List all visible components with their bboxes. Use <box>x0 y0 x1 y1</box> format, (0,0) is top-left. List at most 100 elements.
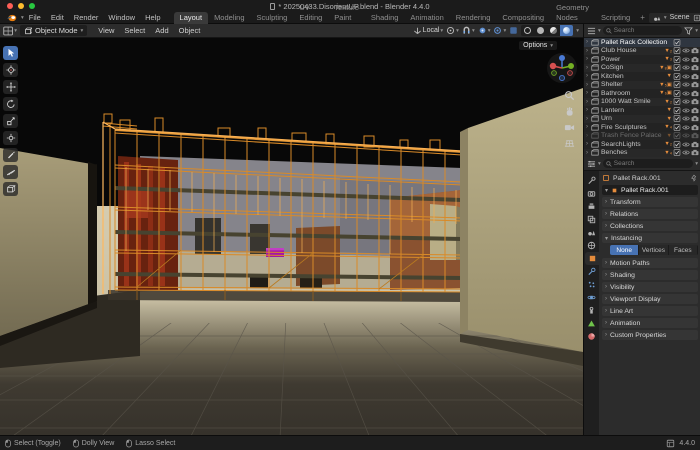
tab-physics[interactable] <box>584 291 599 304</box>
disable-render-camera-icon[interactable] <box>691 90 699 97</box>
viewport-menu-item[interactable]: Add <box>150 26 173 35</box>
menu-item[interactable]: Edit <box>46 12 69 23</box>
viewport-menu-item[interactable]: Object <box>174 26 206 35</box>
exclude-checkbox-icon[interactable] <box>673 47 681 54</box>
disable-render-camera-icon[interactable] <box>691 64 699 71</box>
transform-orientation-selector[interactable]: Local ▾ <box>413 26 444 35</box>
blender-logo-icon[interactable] <box>6 14 17 22</box>
tool-cursor[interactable] <box>3 63 18 77</box>
disable-render-camera-icon[interactable] <box>691 107 699 114</box>
snap-toggle[interactable]: ▾ <box>462 26 475 35</box>
gizmo-x-neg-axis[interactable] <box>568 71 573 76</box>
exclude-checkbox-icon[interactable] <box>673 64 681 71</box>
pin-icon[interactable] <box>690 174 698 182</box>
workspace-tab[interactable]: Layout <box>174 12 209 24</box>
workspace-tab[interactable]: Shading <box>365 12 405 24</box>
menu-item[interactable]: Render <box>69 12 104 23</box>
outliner-row[interactable]: › Shelter ▼₅▣ <box>584 81 700 90</box>
tab-constraints[interactable] <box>584 304 599 317</box>
exclude-checkbox-icon[interactable] <box>673 90 681 97</box>
shading-material-button[interactable] <box>547 25 560 36</box>
exclude-checkbox-icon[interactable] <box>673 98 681 105</box>
property-panel[interactable]: › Relations <box>602 209 698 219</box>
workspace-tab[interactable]: Rendering <box>450 12 497 24</box>
property-panel[interactable]: › Visibility <box>602 282 698 292</box>
hide-eye-icon[interactable] <box>682 132 690 139</box>
gizmo-z-axis[interactable] <box>559 55 565 61</box>
perspective-grid-icon[interactable] <box>564 138 575 149</box>
outliner-display-mode-icon[interactable] <box>587 27 596 35</box>
hide-eye-icon[interactable] <box>682 124 690 131</box>
shading-wireframe-button[interactable] <box>521 25 534 36</box>
tool-transform[interactable] <box>3 131 18 145</box>
disable-render-camera-icon[interactable] <box>691 115 699 122</box>
outliner-filter-icon[interactable] <box>684 27 693 35</box>
tab-particles[interactable] <box>584 278 599 291</box>
tab-modifiers[interactable] <box>584 265 599 278</box>
outliner-row[interactable]: › Pallet Rack Collection <box>584 38 700 47</box>
menu-item[interactable]: Window <box>103 12 140 23</box>
disable-render-camera-icon[interactable] <box>691 98 699 105</box>
editor-type-button[interactable]: ▾ <box>3 26 17 36</box>
exclude-checkbox-icon[interactable] <box>673 132 681 139</box>
tab-render[interactable] <box>584 187 599 200</box>
property-panel[interactable]: › Animation <box>602 318 698 328</box>
properties-options-dropdown-icon[interactable]: ▾ <box>695 161 698 167</box>
overlays-toggle[interactable]: ▾ <box>493 26 506 35</box>
disable-render-camera-icon[interactable] <box>691 73 699 80</box>
disable-render-camera-icon[interactable] <box>691 81 699 88</box>
disable-render-camera-icon[interactable] <box>691 132 699 139</box>
shading-dropdown-icon[interactable]: ▾ <box>576 28 579 34</box>
hide-eye-icon[interactable] <box>682 98 690 105</box>
exclude-checkbox-icon[interactable] <box>673 39 681 46</box>
hide-eye-icon[interactable] <box>682 56 690 63</box>
tab-tool[interactable] <box>584 174 599 187</box>
menu-item[interactable]: Help <box>140 12 165 23</box>
instancing-option-button[interactable]: Faces <box>669 245 698 255</box>
menu-item[interactable]: File <box>24 12 46 23</box>
exclude-checkbox-icon[interactable] <box>673 141 681 148</box>
exclude-checkbox-icon[interactable] <box>673 149 681 156</box>
outliner-row[interactable]: › Benches ▼₄ <box>584 149 700 158</box>
object-name-field[interactable]: ▾ Pallet Rack.001 <box>602 185 698 195</box>
scene-dropdown-icon[interactable]: ▾ <box>664 15 667 21</box>
property-panel[interactable]: › Shading <box>602 270 698 280</box>
scene-selector[interactable]: ▾ Scene <box>649 13 700 23</box>
tab-object-data[interactable] <box>584 317 599 330</box>
hide-eye-icon[interactable] <box>682 149 690 156</box>
hide-eye-icon[interactable] <box>682 47 690 54</box>
outliner-row[interactable]: › Lantern ▼ <box>584 106 700 115</box>
panel-instancing[interactable]: ▾ Instancing <box>602 233 698 243</box>
instancing-option-button[interactable]: Vertices <box>639 245 668 255</box>
workspace-tab[interactable]: Texture Paint <box>328 2 365 24</box>
tool-rotate[interactable] <box>3 97 18 111</box>
outliner-search-input[interactable]: Search <box>603 26 682 35</box>
camera-view-icon[interactable] <box>564 122 575 133</box>
tool-measure[interactable] <box>3 165 18 179</box>
workspace-tab[interactable]: UV Editing <box>293 2 328 24</box>
hide-eye-icon[interactable] <box>682 73 690 80</box>
tool-add-cube[interactable] <box>3 182 18 196</box>
exclude-checkbox-icon[interactable] <box>673 73 681 80</box>
disable-render-camera-icon[interactable] <box>691 149 699 156</box>
disable-render-camera-icon[interactable] <box>691 56 699 63</box>
property-panel[interactable]: › Collections <box>602 221 698 231</box>
gizmo-z-neg-axis[interactable] <box>559 75 564 80</box>
workspace-tab[interactable]: Scripting <box>595 12 636 24</box>
disable-render-camera-icon[interactable] <box>691 141 699 148</box>
outliner-display-dropdown-icon[interactable]: ▾ <box>598 28 601 34</box>
disable-render-camera-icon[interactable] <box>691 47 699 54</box>
workspace-tab[interactable]: Sculpting <box>251 12 294 24</box>
viewport-3d-scene[interactable] <box>0 38 583 435</box>
outliner-row[interactable]: › 1000 Watt Smile ▼₂ <box>584 98 700 107</box>
tab-material[interactable] <box>584 330 599 343</box>
properties-search-input[interactable]: Search <box>603 159 693 168</box>
tool-scale[interactable] <box>3 114 18 128</box>
property-panel[interactable]: › Motion Paths <box>602 258 698 268</box>
navigation-gizmo[interactable] <box>546 52 578 84</box>
disable-render-camera-icon[interactable] <box>691 124 699 131</box>
outliner-row[interactable]: › CoSign ▼₈▣ <box>584 64 700 73</box>
new-scene-icon[interactable] <box>693 14 700 22</box>
scene-stats-icon[interactable] <box>666 439 675 448</box>
mode-selector[interactable]: Object Mode ▾ <box>20 25 87 36</box>
